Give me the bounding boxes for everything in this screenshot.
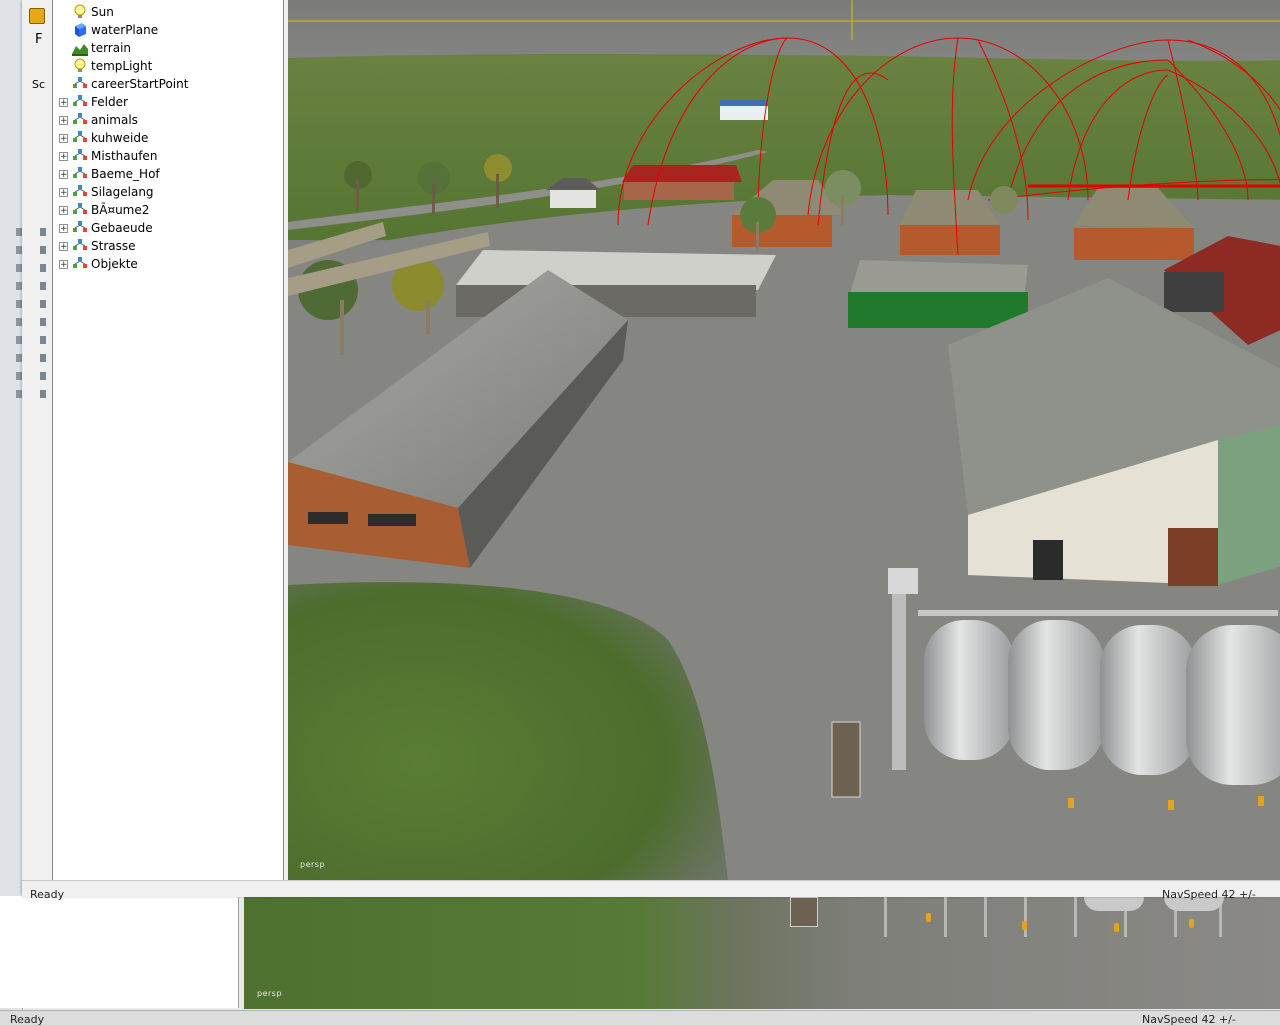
scenegraph-node-label: Misthaufen (91, 149, 158, 163)
scenegraph-node-label: Gebaeude (91, 221, 153, 235)
background-navspeed: NavSpeed 42 +/- (1142, 1013, 1236, 1026)
silo-leg (884, 897, 887, 937)
edge-expander-mark (40, 300, 46, 308)
scenegraph-node-label: kuhweide (91, 131, 149, 145)
side-panel-label: Sc (32, 78, 46, 91)
scenegraph-node[interactable]: careerStartPoint (72, 75, 188, 93)
silo-lamp (1022, 921, 1027, 930)
background-status-text: Ready (10, 1013, 45, 1026)
background-statusbar: Ready NavSpeed 42 +/- (0, 1010, 1280, 1026)
silage-bunker (848, 260, 1028, 328)
expand-toggle-icon[interactable]: + (59, 169, 68, 179)
scenegraph-node-label: Strasse (91, 239, 136, 253)
scenegraph-node-label: Silagelang (91, 185, 154, 199)
statusbar: Ready NavSpeed 42 +/- (22, 880, 1280, 901)
giants-editor-window: F Sc Sun waterPlane terrain tempLight career… (22, 0, 1280, 901)
scenegraph-node-label: Sun (91, 5, 114, 19)
edge-expander-mark (40, 390, 46, 398)
scenegraph-node[interactable]: + BÃ¤ume2 (59, 201, 149, 219)
transform-group-icon (72, 130, 88, 146)
silo-leg (984, 897, 987, 937)
edge-expander-mark (40, 264, 46, 272)
scenegraph-node-label: careerStartPoint (91, 77, 189, 91)
water-cube-icon (72, 22, 88, 38)
transform-group-icon (72, 220, 88, 236)
scenegraph-node[interactable]: + kuhweide (59, 129, 148, 147)
light-bulb-icon (72, 58, 88, 74)
camera-label: persp (300, 860, 326, 869)
scenegraph-node[interactable]: + animals (59, 111, 138, 129)
transform-group-icon (72, 112, 88, 128)
scenegraph-panel[interactable]: Sun waterPlane terrain tempLight careerStart… (52, 0, 284, 880)
silo-lamp (1189, 919, 1194, 928)
scenegraph-node[interactable]: waterPlane (72, 21, 158, 39)
scenegraph-node[interactable]: + Objekte (59, 255, 138, 273)
transform-group-icon (72, 76, 88, 92)
expand-toggle-icon[interactable]: + (59, 205, 68, 215)
scenegraph-node[interactable]: + Felder (59, 93, 128, 111)
scenegraph-node[interactable]: + Strasse (59, 237, 136, 255)
silo-leg (1024, 897, 1027, 937)
transform-group-icon (72, 94, 88, 110)
transform-group-icon (72, 166, 88, 182)
expand-toggle-icon[interactable]: + (59, 241, 68, 251)
transform-group-icon (72, 184, 88, 200)
menu-file[interactable]: F (35, 32, 42, 47)
silo-leg (1074, 897, 1077, 937)
transform-group-icon (72, 256, 88, 272)
status-text: Ready (30, 888, 65, 901)
scenegraph-node-label: animals (91, 113, 138, 127)
navspeed-readout: NavSpeed 42 +/- (1162, 888, 1256, 901)
3d-viewport[interactable]: persp (288, 0, 1280, 880)
edge-expander-mark (40, 318, 46, 326)
scenegraph-node-label: waterPlane (91, 23, 159, 37)
scenegraph-node-label: Felder (91, 95, 128, 109)
transform-group-icon (72, 148, 88, 164)
silo-base (1084, 897, 1144, 911)
silo-leg (944, 897, 947, 937)
edge-expander-mark (40, 282, 46, 290)
expand-toggle-icon[interactable]: + (59, 223, 68, 233)
expand-toggle-icon[interactable]: + (59, 259, 68, 269)
edge-expander-mark (40, 246, 46, 254)
scenegraph-node[interactable]: terrain (72, 39, 131, 57)
scenegraph-node[interactable]: + Misthaufen (59, 147, 157, 165)
edge-expander-mark (40, 336, 46, 344)
silo-lamp (1114, 923, 1119, 932)
expand-toggle-icon[interactable]: + (59, 97, 68, 107)
scenegraph-node[interactable]: tempLight (72, 57, 152, 75)
transform-group-icon (72, 238, 88, 254)
expand-toggle-icon[interactable]: + (59, 151, 68, 161)
silo-lamp (926, 913, 931, 922)
scene-render (288, 0, 1280, 880)
edge-expander-mark (40, 228, 46, 236)
background-scenegraph-panel[interactable] (0, 896, 239, 1008)
app-icon[interactable] (29, 8, 45, 24)
expand-toggle-icon[interactable]: + (59, 133, 68, 143)
background-window-edge (0, 0, 23, 1024)
background-3d-viewport[interactable]: persp (244, 897, 1280, 1009)
scenegraph-node[interactable]: Sun (72, 3, 114, 21)
expand-toggle-icon[interactable]: + (59, 187, 68, 197)
scenegraph-node-label: tempLight (91, 59, 153, 73)
transform-group-icon (72, 202, 88, 218)
terrain-icon (72, 40, 88, 56)
scenegraph-node-label: Baeme_Hof (91, 167, 160, 181)
scenegraph-node-label: terrain (91, 41, 132, 55)
scenegraph-node[interactable]: + Silagelang (59, 183, 154, 201)
window-left-edge: F Sc (22, 0, 52, 896)
edge-expander-mark (40, 354, 46, 362)
red-barn-far (622, 165, 742, 182)
scenegraph-node[interactable]: + Gebaeude (59, 219, 153, 237)
scenegraph-node[interactable]: + Baeme_Hof (59, 165, 160, 183)
feed-trough (790, 897, 818, 927)
scenegraph-node-label: BÃ¤ume2 (91, 203, 150, 217)
scenegraph-node-label: Objekte (91, 257, 138, 271)
light-bulb-icon (72, 4, 88, 20)
edge-expander-mark (40, 372, 46, 380)
expand-toggle-icon[interactable]: + (59, 115, 68, 125)
background-camera-label: persp (257, 989, 283, 998)
